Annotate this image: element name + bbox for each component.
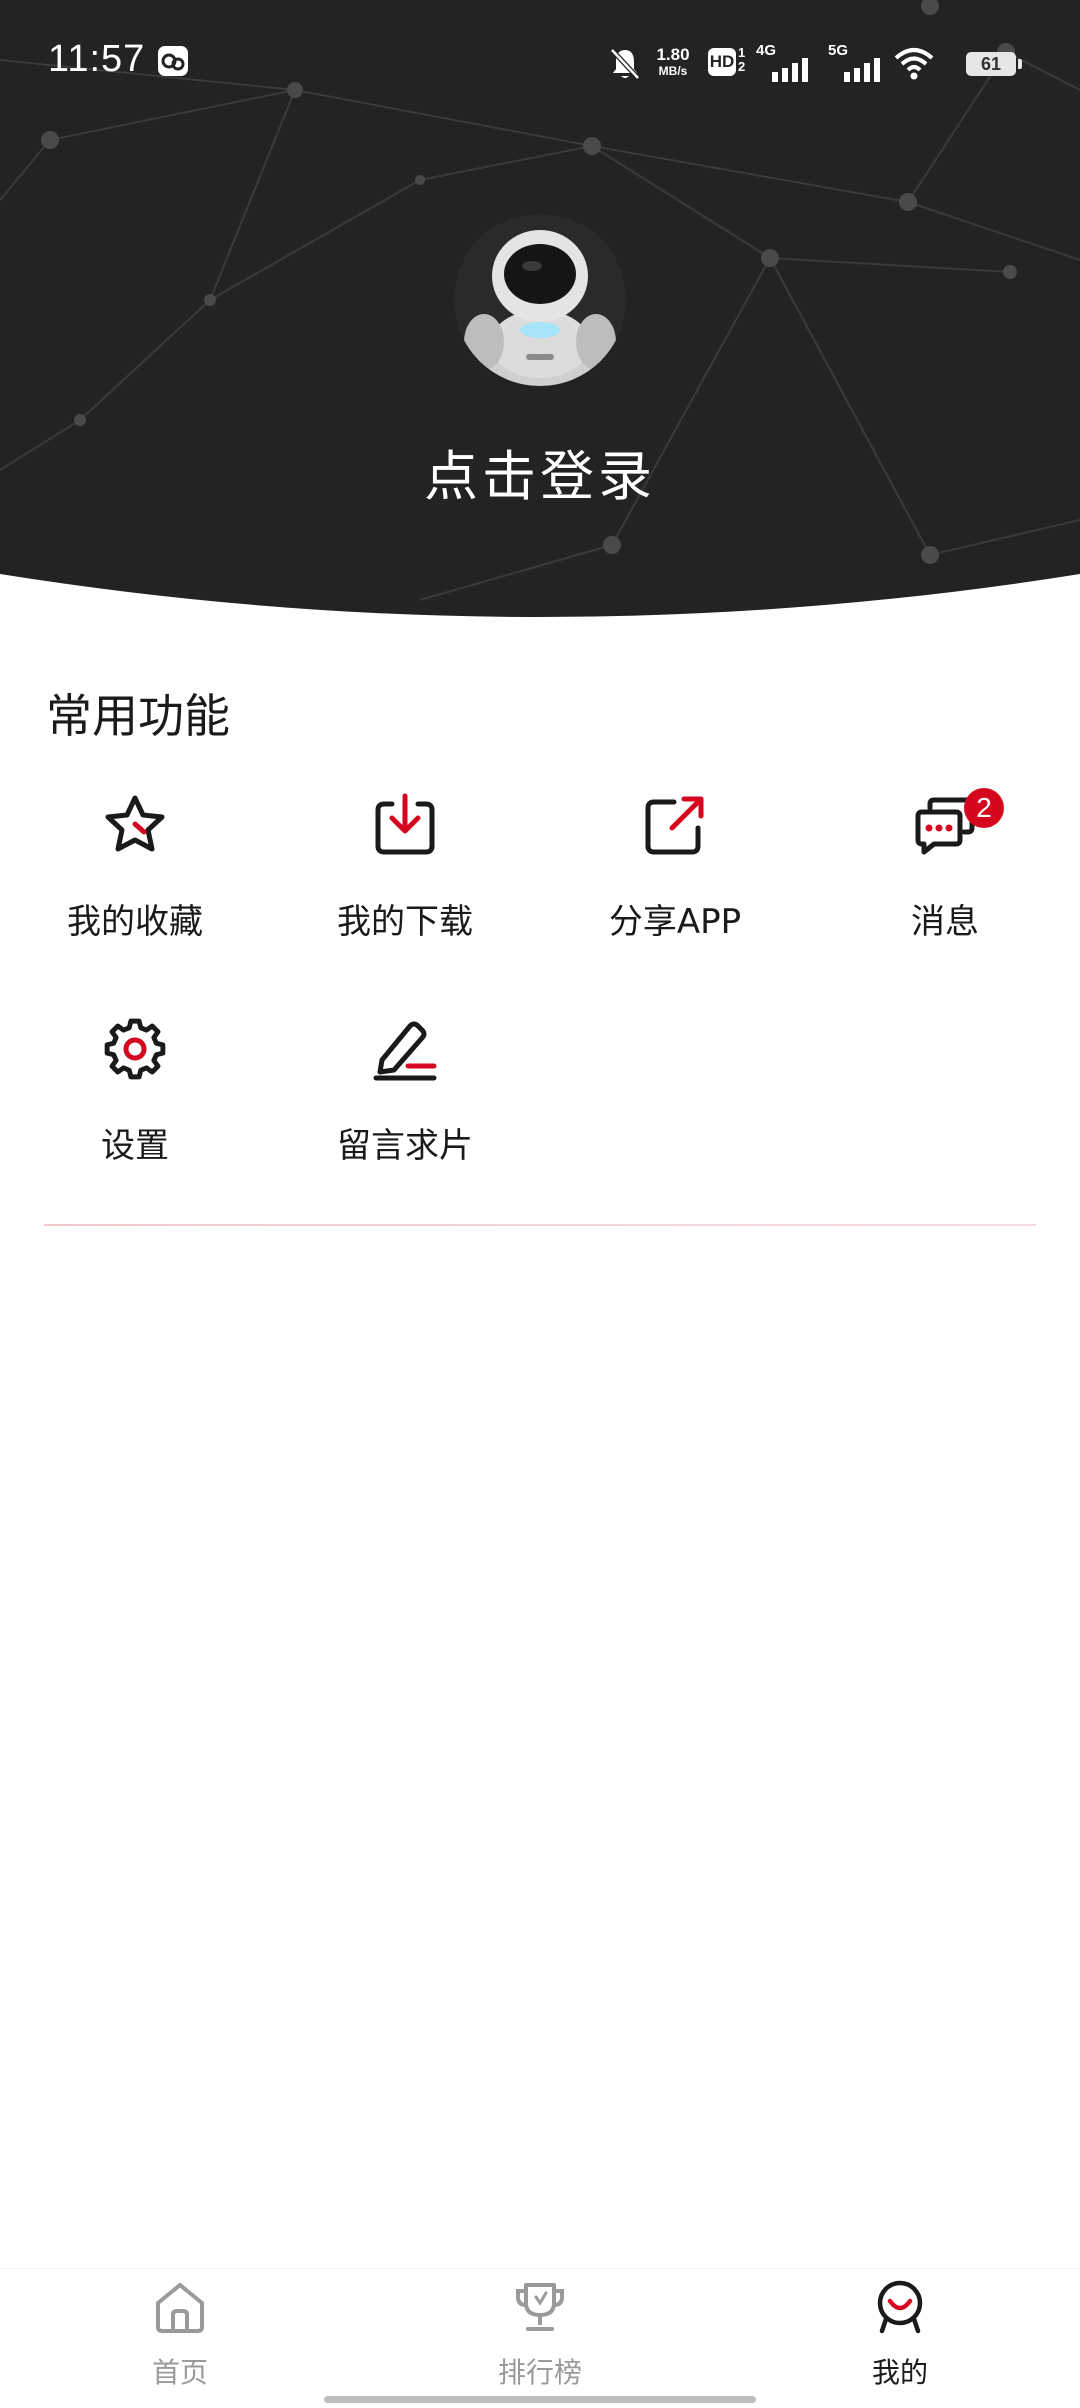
edit-icon [373,1021,437,1081]
net-speed-unit: MB/s [658,64,688,78]
section-divider [44,1224,1036,1226]
sim2-signal: 5G [828,42,884,82]
nav-profile-label: 我的 [871,2356,928,2389]
hd-indicator: HD 12 [708,45,746,76]
favorites-button[interactable]: 我的收藏 [0,790,270,980]
robot-avatar-icon [454,214,626,386]
request-movie-label: 留言求片 [337,1126,473,1166]
share-app-button[interactable]: 分享APP [540,790,810,980]
share-app-label: 分享APP [608,902,742,942]
downloads-label: 我的下载 [337,902,473,942]
profile-page: 11:57 1.80 MB/s HD 12 4G 5G 61 点击登录 常用功能… [0,0,1080,2408]
bottom-nav: 首页 排行榜 我的 [0,2268,1080,2408]
status-time: 11:57 [48,38,146,80]
signal-bars-icon [844,58,880,82]
nav-home[interactable]: 首页 [30,2269,330,2408]
avatar[interactable] [454,214,626,386]
share-icon [645,796,704,855]
screen-cast-icon [158,46,188,76]
status-indicators: 1.80 MB/s HD 12 4G 5G 61 [560,38,1080,88]
hd-label: HD [708,48,736,76]
nav-profile[interactable]: 我的 [750,2269,1050,2408]
nav-home-label: 首页 [151,2356,208,2389]
downloads-button[interactable]: 我的下载 [270,790,540,980]
download-icon [375,793,435,855]
profile-header: 11:57 1.80 MB/s HD 12 4G 5G 61 点击登录 [0,0,1080,620]
messages-label: 消息 [911,902,979,942]
trophy-icon [516,2283,564,2331]
nav-ranking[interactable]: 排行榜 [390,2269,690,2408]
section-title: 常用功能 [46,689,230,743]
signal-bars-icon [772,58,808,82]
mute-bell-icon [610,48,640,80]
settings-button[interactable]: 设置 [0,1014,270,1204]
profile-icon [877,2280,923,2334]
net-speed: 1.80 MB/s [650,38,696,77]
status-bar: 11:57 1.80 MB/s HD 12 4G 5G 61 [0,0,1080,126]
nav-ranking-label: 排行榜 [497,2356,582,2389]
login-prompt[interactable]: 点击登录 [0,432,1080,511]
battery-indicator: 61 [966,52,1022,76]
wifi-icon [894,48,934,80]
net-speed-value: 1.80 [656,45,690,64]
star-icon [105,795,165,852]
home-indicator[interactable] [324,2396,756,2403]
sim1-signal: 4G [756,42,812,82]
gear-icon [104,1018,166,1080]
messages-button[interactable]: 2 消息 [810,788,1080,980]
settings-label: 设置 [101,1126,169,1166]
function-grid: 我的收藏 我的下载 分享APP 2 消息 设置 留言求片 [0,788,1080,1210]
request-movie-button[interactable]: 留言求片 [270,1014,540,1204]
home-icon [156,2283,204,2333]
message-badge: 2 [964,788,1004,828]
favorites-label: 我的收藏 [67,902,203,942]
